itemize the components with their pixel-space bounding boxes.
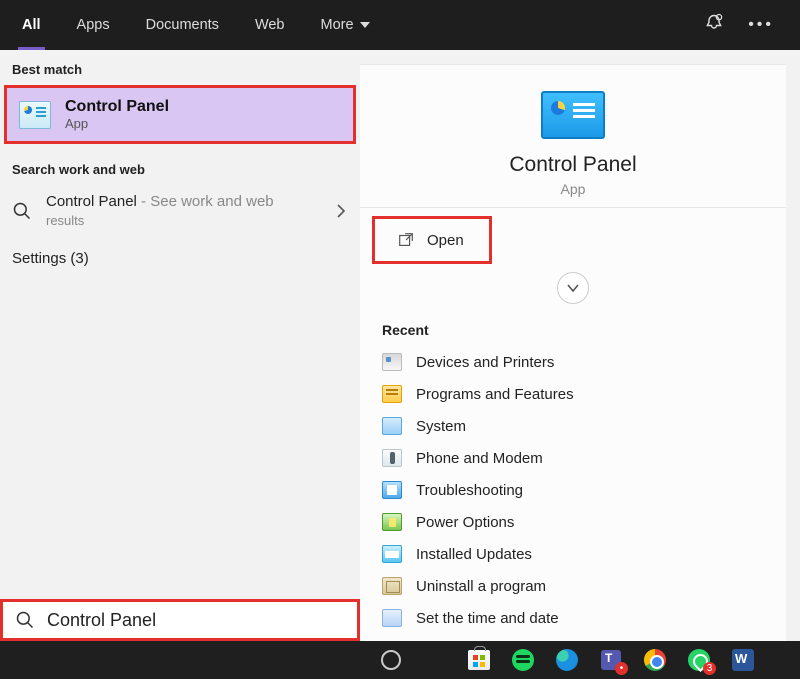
settings-label: Settings (3): [12, 250, 89, 267]
feedback-icon[interactable]: [704, 13, 724, 38]
settings-results-row[interactable]: Settings (3): [0, 236, 360, 281]
search-results-panel: Best match Control Panel App Search work…: [0, 50, 800, 641]
preview-header: Control Panel App: [360, 65, 786, 208]
notification-badge: 3: [703, 662, 716, 675]
web-result-title: Control Panel: [46, 193, 137, 210]
programs-features-icon: [382, 385, 402, 403]
task-view-icon[interactable]: [422, 647, 448, 673]
edge-icon[interactable]: [554, 647, 580, 673]
recent-heading: Recent: [360, 314, 786, 346]
recent-item-label: Uninstall a program: [416, 578, 546, 595]
troubleshooting-icon: [382, 481, 402, 499]
chrome-icon[interactable]: [642, 647, 668, 673]
teams-icon[interactable]: •: [598, 647, 624, 673]
start-search-bar[interactable]: [0, 599, 360, 641]
uninstall-program-icon: [382, 577, 402, 595]
chevron-right-icon: [334, 201, 348, 221]
tab-label: Documents: [146, 17, 219, 33]
installed-updates-icon: [382, 545, 402, 563]
open-label: Open: [427, 232, 464, 249]
results-left-column: Best match Control Panel App Search work…: [0, 50, 360, 641]
recent-item-programs-and-features[interactable]: Programs and Features: [360, 378, 786, 410]
recent-item-label: Programs and Features: [416, 386, 574, 403]
chevron-down-icon: [566, 283, 580, 293]
power-options-icon: [382, 513, 402, 531]
recent-item-label: Installed Updates: [416, 546, 532, 563]
spotify-icon[interactable]: [510, 647, 536, 673]
tab-documents[interactable]: Documents: [128, 0, 237, 50]
search-input[interactable]: [47, 610, 345, 631]
recent-item-installed-updates[interactable]: Installed Updates: [360, 538, 786, 570]
search-icon: [15, 610, 35, 630]
recent-item-label: Set the time and date: [416, 610, 559, 627]
tab-all[interactable]: All: [4, 0, 59, 50]
notification-badge: •: [615, 662, 628, 675]
tab-label: All: [22, 17, 41, 33]
recent-item-system[interactable]: System: [360, 410, 786, 442]
taskbar: • 3: [0, 641, 800, 679]
web-result-hint-line2: results: [46, 213, 274, 228]
tab-apps[interactable]: Apps: [59, 0, 128, 50]
search-filter-tabs: All Apps Documents Web More •••: [0, 0, 800, 50]
system-icon: [382, 417, 402, 435]
recent-item-phone-and-modem[interactable]: Phone and Modem: [360, 442, 786, 474]
web-result-hint: - See work and web: [137, 193, 274, 210]
search-icon: [12, 201, 32, 221]
control-panel-large-icon: [541, 91, 605, 139]
recent-item-uninstall-a-program[interactable]: Uninstall a program: [360, 570, 786, 602]
recent-item-devices-and-printers[interactable]: Devices and Printers: [360, 346, 786, 378]
open-icon: [397, 231, 415, 249]
tab-more[interactable]: More: [303, 0, 388, 50]
microsoft-store-icon[interactable]: [466, 647, 492, 673]
best-match-subtitle: App: [65, 116, 169, 131]
recent-item-set-time-and-date[interactable]: Set the time and date: [360, 602, 786, 634]
tab-label: Web: [255, 17, 285, 33]
tab-web[interactable]: Web: [237, 0, 303, 50]
control-panel-icon: [19, 101, 51, 129]
time-date-icon: [382, 609, 402, 627]
recent-item-troubleshooting[interactable]: Troubleshooting: [360, 474, 786, 506]
result-preview-pane: Control Panel App Open Recent Devices an…: [360, 64, 786, 641]
recent-item-label: Power Options: [416, 514, 514, 531]
recent-item-label: Troubleshooting: [416, 482, 523, 499]
more-options-icon[interactable]: •••: [748, 16, 774, 34]
best-match-title: Control Panel: [65, 98, 169, 116]
best-match-result[interactable]: Control Panel App: [4, 85, 356, 144]
word-icon[interactable]: [730, 647, 756, 673]
cortana-icon[interactable]: [378, 647, 404, 673]
chevron-down-icon: [360, 17, 370, 33]
work-web-heading: Search work and web: [0, 150, 360, 185]
tab-label: Apps: [77, 17, 110, 33]
whatsapp-icon[interactable]: 3: [686, 647, 712, 673]
preview-subtitle: App: [360, 181, 786, 197]
expand-actions-button[interactable]: [557, 272, 589, 304]
recent-item-power-options[interactable]: Power Options: [360, 506, 786, 538]
recent-item-label: System: [416, 418, 466, 435]
phone-modem-icon: [382, 449, 402, 467]
tab-label: More: [321, 17, 354, 33]
recent-item-label: Phone and Modem: [416, 450, 543, 467]
devices-printers-icon: [382, 353, 402, 371]
recent-item-label: Devices and Printers: [416, 354, 554, 371]
best-match-heading: Best match: [0, 50, 360, 85]
web-search-result[interactable]: Control Panel - See work and web results: [0, 185, 360, 236]
open-button[interactable]: Open: [372, 216, 492, 264]
preview-title: Control Panel: [360, 153, 786, 177]
